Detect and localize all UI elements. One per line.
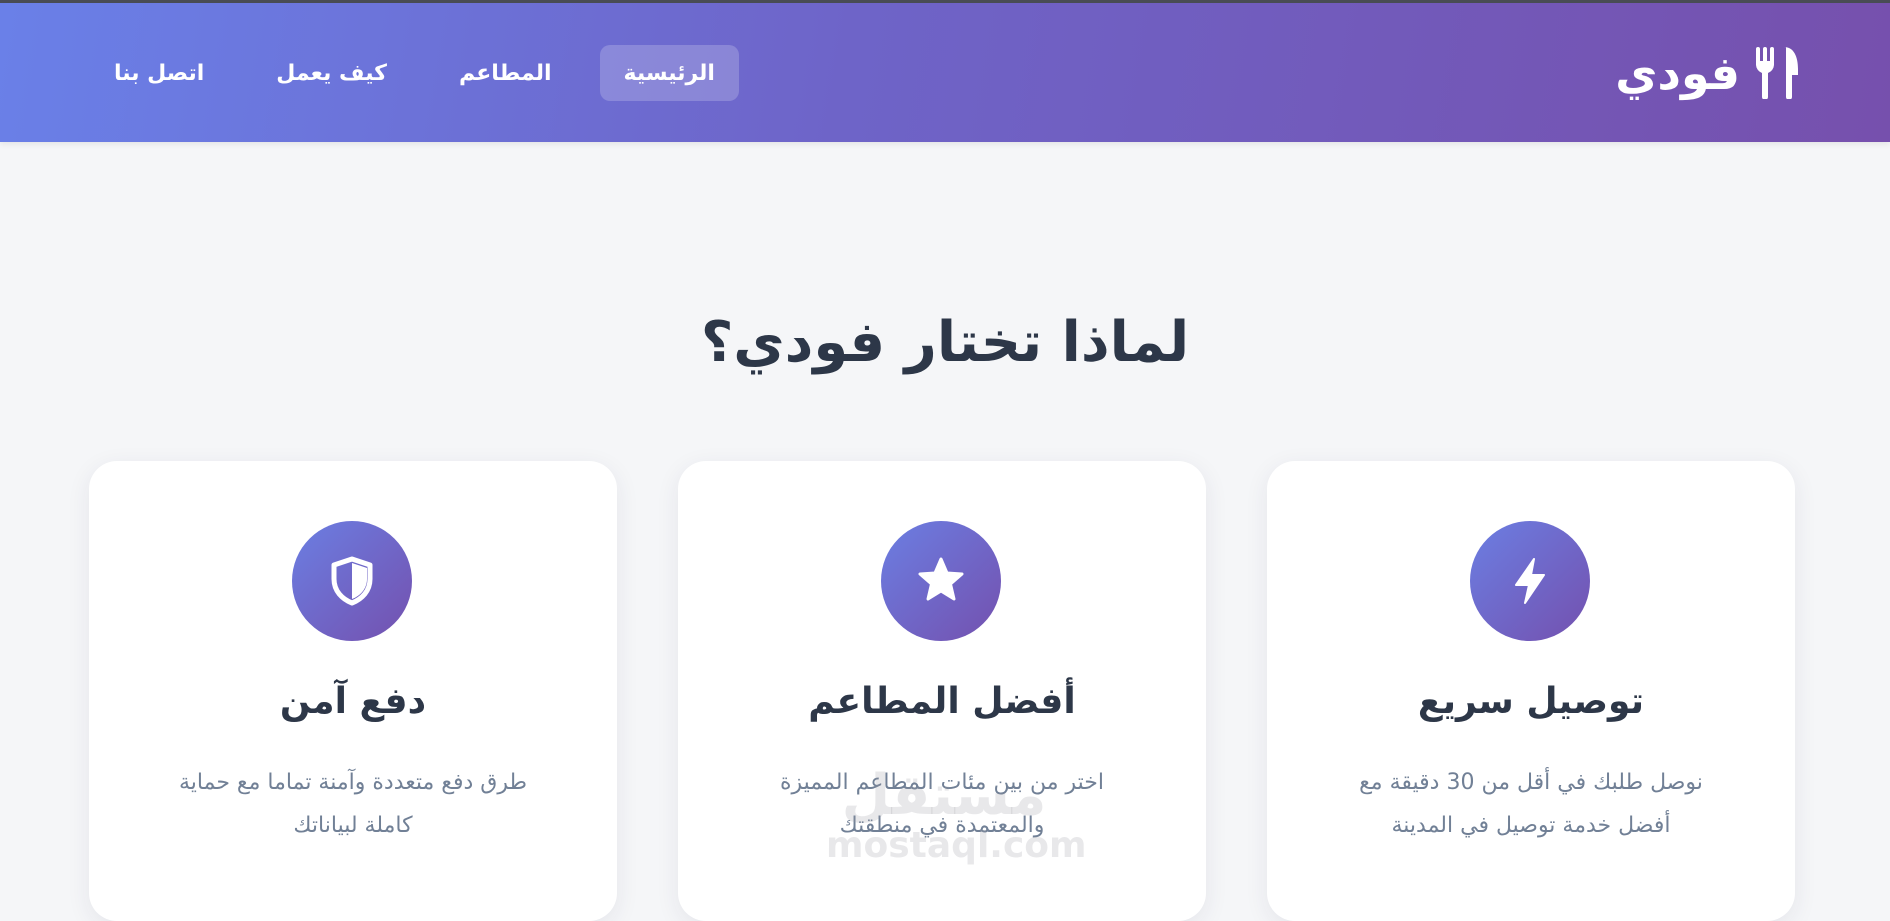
feature-description: طرق دفع متعددة وآمنة تماما مع حماية كامل… — [149, 761, 557, 847]
fork-knife-icon — [1756, 47, 1798, 99]
nav-item-restaurants[interactable]: المطاعم — [435, 45, 576, 101]
star-icon — [918, 557, 964, 601]
feature-card-best-restaurants: أفضل المطاعم اختر من بين مئات المطاعم ال… — [678, 461, 1206, 921]
nav-item-contact[interactable]: اتصل بنا — [90, 45, 228, 101]
feature-card-fast-delivery: توصيل سريع نوصل طلبك في أقل من 30 دقيقة … — [1267, 461, 1795, 921]
feature-description: اختر من بين مئات المطاعم المميزة والمعتم… — [738, 761, 1146, 847]
shield-icon — [331, 556, 373, 606]
nav-item-home[interactable]: الرئيسية — [599, 45, 739, 101]
brand-logo[interactable]: فودي — [1615, 43, 1800, 103]
feature-description-line: نوصل طلبك في أقل من 30 دقيقة مع — [1359, 770, 1703, 795]
feature-card-secure-payment: دفع آمن طرق دفع متعددة وآمنة تماما مع حم… — [89, 461, 617, 921]
site-header: فودي اتصل بنا كيف يعمل المطاعم الرئيسية — [0, 3, 1890, 142]
feature-icon-badge — [292, 521, 412, 641]
feature-description-line: والمعتمدة في منطقتك — [839, 813, 1045, 838]
feature-title: دفع آمن — [279, 681, 427, 722]
feature-icon-badge — [1470, 521, 1590, 641]
nav-item-how-it-works[interactable]: كيف يعمل — [252, 45, 411, 101]
feature-description-line: أفضل خدمة توصيل في المدينة — [1391, 813, 1671, 838]
feature-title: أفضل المطاعم — [808, 681, 1076, 722]
brand-name: فودي — [1615, 46, 1740, 100]
section-title: لماذا تختار فودي؟ — [700, 310, 1190, 375]
feature-title: توصيل سريع — [1417, 681, 1645, 722]
feature-description-line: اختر من بين مئات المطاعم المميزة — [780, 770, 1104, 795]
feature-icon-badge — [881, 521, 1001, 641]
feature-description: نوصل طلبك في أقل من 30 دقيقة مع أفضل خدم… — [1327, 761, 1735, 847]
feature-description-line: كاملة لبياناتك — [293, 813, 413, 838]
lightning-bolt-icon — [1515, 558, 1545, 604]
feature-description-line: طرق دفع متعددة وآمنة تماما مع حماية — [178, 770, 528, 795]
main-nav: اتصل بنا كيف يعمل المطاعم الرئيسية — [90, 43, 739, 103]
